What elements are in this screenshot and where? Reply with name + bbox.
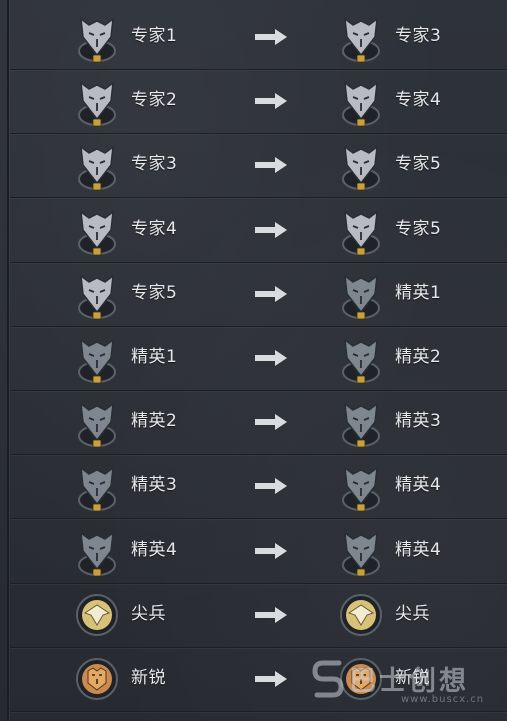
from-rank-label: 专家4: [131, 218, 178, 239]
expert-wolf-badge-icon: [337, 139, 385, 193]
to-rank-label: 精英4: [395, 475, 442, 496]
elite-wolf-badge-icon: [73, 332, 121, 386]
rank-row: 精英4 精英4: [10, 520, 507, 584]
from-rank-label: 精英4: [131, 539, 178, 560]
right-arrow-icon: [253, 221, 289, 239]
right-arrow-icon: [253, 92, 289, 110]
from-rank-label: 专家1: [131, 26, 178, 46]
to-rank-label: 尖兵: [395, 603, 430, 624]
expert-wolf-badge-icon: [337, 75, 385, 129]
from-rank-label: 尖兵: [131, 603, 166, 624]
rank-row: 精英2 精英3: [10, 391, 507, 456]
rank-row: 专家5 精英1: [10, 263, 507, 327]
elite-wolf-badge-icon: [337, 396, 385, 450]
elite-wolf-badge-icon: [337, 460, 385, 514]
right-arrow-icon: [253, 156, 289, 174]
left-border: [7, 0, 9, 721]
rank-row: 精英3 精英4: [10, 455, 507, 520]
rank-row: 专家4 专家5: [10, 199, 507, 263]
to-rank-label: 精英3: [395, 411, 442, 432]
watermark-url: www.buscx.cn: [401, 694, 485, 705]
right-arrow-icon: [253, 606, 289, 624]
from-rank-label: 专家5: [131, 282, 178, 303]
from-rank-label: 精英2: [131, 411, 178, 432]
watermark-title: 巴士创想: [349, 666, 469, 697]
watermark: 巴士创想 www.buscx.cn: [311, 655, 499, 713]
rank-row: 尖兵 尖兵: [10, 584, 507, 648]
s-logo-icon: [312, 660, 344, 698]
expert-wolf-badge-icon: [73, 11, 121, 65]
right-arrow-icon: [253, 477, 289, 495]
elite-wolf-badge-icon: [73, 396, 121, 450]
to-rank-label: 精英2: [395, 347, 442, 367]
right-arrow-icon: [253, 28, 289, 46]
expert-wolf-badge-icon: [73, 268, 121, 322]
right-arrow-icon: [253, 413, 289, 431]
vanguard-eagle-badge-icon: [337, 589, 385, 643]
elite-wolf-badge-icon: [73, 525, 121, 579]
rank-row: 专家3 专家5: [10, 134, 507, 199]
from-rank-label: 专家3: [131, 154, 178, 175]
rank-row: 专家1 专家3: [10, 6, 507, 70]
right-arrow-icon: [253, 349, 289, 367]
to-rank-label: 精英1: [395, 282, 442, 303]
to-rank-label: 专家3: [395, 26, 442, 46]
expert-wolf-badge-icon: [337, 11, 385, 65]
right-arrow-icon: [253, 542, 289, 560]
rank-row: 专家2 专家4: [10, 70, 507, 135]
from-rank-label: 精英1: [131, 347, 178, 367]
elite-wolf-badge-icon: [337, 332, 385, 386]
rank-row: 精英1 精英2: [10, 327, 507, 391]
to-rank-label: 专家5: [395, 218, 442, 239]
from-rank-label: 专家2: [131, 90, 178, 111]
rank-conversion-screen: 专家1 专家3 专家2 专家4 专家3 专家5 专家4 专家5 专家5 精英1 精英1 精英2 精英2 精…: [0, 0, 507, 721]
to-rank-label: 专家4: [395, 90, 442, 111]
expert-wolf-badge-icon: [73, 139, 121, 193]
right-arrow-icon: [253, 285, 289, 303]
expert-wolf-badge-icon: [73, 204, 121, 258]
from-rank-label: 精英3: [131, 475, 178, 496]
to-rank-label: 专家5: [395, 154, 442, 175]
vanguard-eagle-badge-icon: [73, 589, 121, 643]
elite-wolf-badge-icon: [337, 525, 385, 579]
expert-wolf-badge-icon: [73, 75, 121, 129]
from-rank-label: 新锐: [131, 668, 166, 688]
elite-wolf-badge-icon: [337, 268, 385, 322]
to-rank-label: 精英4: [395, 539, 442, 560]
expert-wolf-badge-icon: [337, 204, 385, 258]
elite-wolf-badge-icon: [73, 460, 121, 514]
right-arrow-icon: [253, 670, 289, 688]
rookie-tiger-badge-icon: [73, 653, 121, 707]
